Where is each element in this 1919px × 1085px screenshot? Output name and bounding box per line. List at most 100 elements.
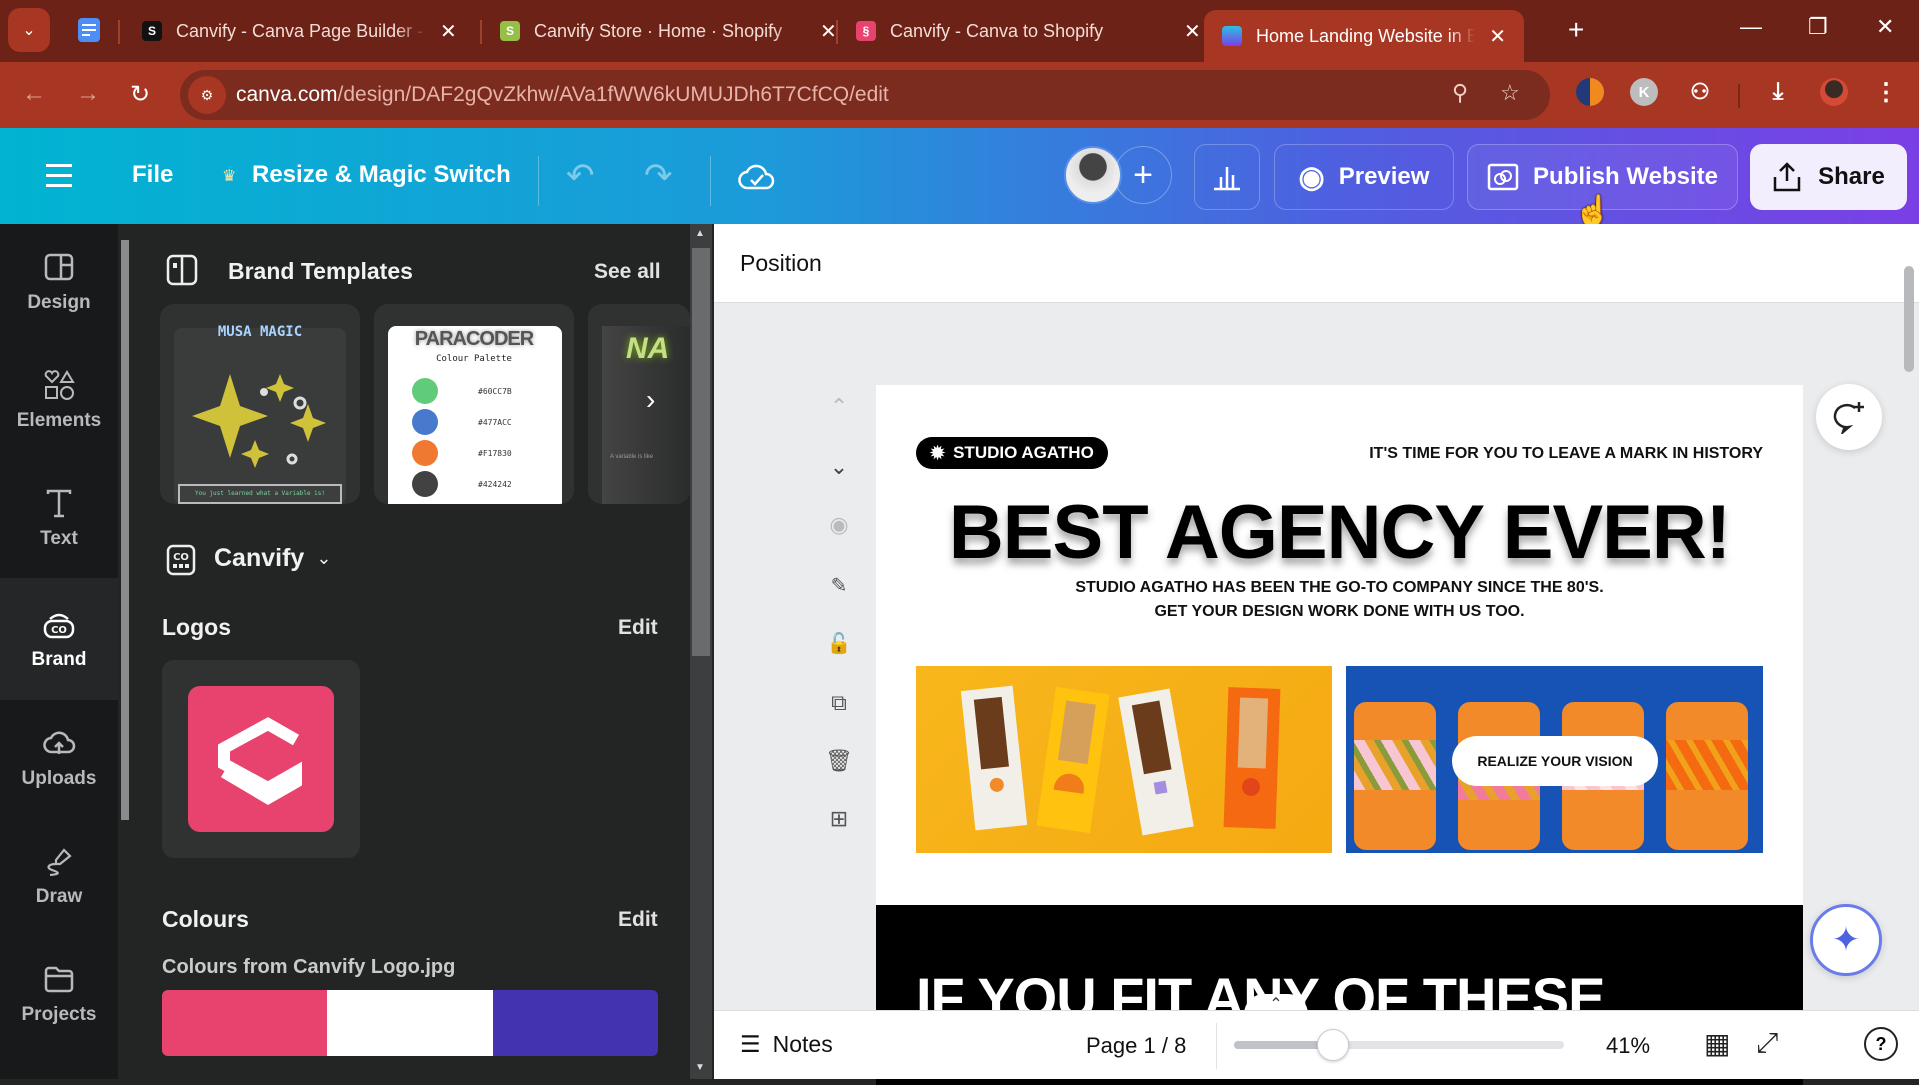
address-bar[interactable]: ⚙ canva.com/design/DAF2gQvZkhw/AVa1fWW6k… xyxy=(180,70,1550,120)
delete-page-icon[interactable]: 🗑 xyxy=(824,746,854,776)
zoom-slider-handle[interactable] xyxy=(1317,1029,1349,1061)
undo-button[interactable]: ↶ xyxy=(566,156,595,196)
zoom-icon[interactable]: ⚲ xyxy=(1452,80,1468,106)
panel-scrollbar[interactable]: ▲ ▼ xyxy=(690,224,712,1079)
tab-home-landing-website[interactable]: Home Landing Website in Black ✕ xyxy=(1204,10,1524,62)
new-tab-button[interactable]: + xyxy=(1568,14,1584,46)
palette-dot xyxy=(412,378,438,404)
rail-item-brand[interactable]: CO Brand xyxy=(0,578,118,700)
insights-button[interactable] xyxy=(1194,144,1260,210)
extensions-puzzle-icon[interactable]: ⚇ xyxy=(1686,78,1714,106)
palette-name: Colours from Canvify Logo.jpg xyxy=(162,956,456,978)
extension-k-icon[interactable]: K xyxy=(1630,78,1658,106)
headline-text[interactable]: BEST AGENCY EVER! xyxy=(876,489,1803,576)
zoom-percentage[interactable]: 41% xyxy=(1606,1033,1650,1059)
scroll-up-arrow[interactable]: ▲ xyxy=(695,228,705,239)
packaging-photo-yellow[interactable] xyxy=(916,666,1332,853)
minimize-button[interactable]: — xyxy=(1740,14,1762,40)
packaging-photo-blue[interactable]: REALIZE YOUR VISION xyxy=(1346,666,1763,853)
move-page-up-button[interactable]: ⌃ xyxy=(824,392,854,422)
editor-footer: ☰ Notes Page 1 / 8 41% ▦ ⤢ ? xyxy=(714,1010,1919,1079)
url-text[interactable]: canva.com/design/DAF2gQvZkhw/AVa1fWW6kUM… xyxy=(236,83,889,107)
website-icon xyxy=(1487,163,1519,191)
hide-page-icon[interactable]: ◉ xyxy=(824,510,854,540)
tab-canvify-store[interactable]: S Canvify Store · Home · Shopify ✕ xyxy=(500,10,837,52)
reload-button[interactable]: ↻ xyxy=(130,80,150,109)
resize-magic-switch-button[interactable]: Resize & Magic Switch xyxy=(252,161,511,189)
canvas-scrollbar-thumb[interactable] xyxy=(1904,266,1914,372)
duplicate-page-icon[interactable]: ⧉ xyxy=(824,688,854,718)
brand-template-card[interactable]: NA A variable is like xyxy=(588,304,690,504)
magic-assistant-button[interactable]: ✦ xyxy=(1810,904,1882,976)
rail-item-design[interactable]: Design xyxy=(0,224,118,339)
back-button[interactable]: ← xyxy=(22,80,46,108)
downloads-icon[interactable]: ⤓ xyxy=(1764,78,1792,106)
site-info-icon[interactable]: ⚙ xyxy=(188,76,226,114)
see-all-link[interactable]: See all xyxy=(594,260,661,284)
scrollbar-thumb[interactable] xyxy=(692,248,710,656)
invite-collaborator-button[interactable]: + xyxy=(1114,146,1172,204)
close-tab-icon[interactable]: ✕ xyxy=(440,19,457,44)
close-window-button[interactable]: ✕ xyxy=(1876,14,1894,40)
colour-swatch[interactable] xyxy=(327,990,493,1056)
svg-text:CO: CO xyxy=(173,552,189,563)
sparkle-icon: ✦ xyxy=(1831,921,1861,959)
colours-edit-link[interactable]: Edit xyxy=(618,908,658,932)
carousel-next-button[interactable]: › xyxy=(646,384,655,416)
forward-button[interactable]: → xyxy=(76,80,100,108)
chrome-menu-icon[interactable]: ⋮ xyxy=(1872,78,1900,106)
tab-canvify-canva-to-shopify[interactable]: § Canvify - Canva to Shopify ✕ xyxy=(856,10,1201,52)
help-button[interactable]: ? xyxy=(1864,1027,1898,1061)
scrollbar-thumb[interactable] xyxy=(121,240,129,820)
studio-badge[interactable]: ✹ STUDIO AGATHO xyxy=(916,437,1108,469)
subheading-line-2[interactable]: GET YOUR DESIGN WORK DONE WITH US TOO. xyxy=(876,603,1803,621)
extension-icon[interactable] xyxy=(1576,78,1604,106)
docs-pinned-tab-icon[interactable] xyxy=(78,18,100,42)
panel-left-scrollbar[interactable] xyxy=(118,224,132,1079)
context-toolbar: Position xyxy=(714,224,1919,303)
design-page[interactable]: ✹ STUDIO AGATHO IT'S TIME FOR YOU TO LEA… xyxy=(876,385,1803,1085)
page-indicator[interactable]: Page 1 / 8 xyxy=(1086,1033,1186,1059)
rail-item-elements[interactable]: Elements xyxy=(0,342,118,457)
rail-item-draw[interactable]: Draw xyxy=(0,818,118,933)
tagline-text[interactable]: IT'S TIME FOR YOU TO LEAVE A MARK IN HIS… xyxy=(1369,445,1763,463)
brand-template-card[interactable]: MUSA MAGIC You just learned what a Varia… xyxy=(160,304,360,504)
preview-button[interactable]: ◉ Preview xyxy=(1274,144,1454,210)
colour-swatch[interactable] xyxy=(492,990,658,1056)
close-tab-icon[interactable]: ✕ xyxy=(1489,24,1506,49)
tab-search-button[interactable]: ⌄ xyxy=(8,8,50,52)
close-tab-icon[interactable]: ✕ xyxy=(820,19,837,44)
position-button[interactable]: Position xyxy=(740,250,822,277)
close-tab-icon[interactable]: ✕ xyxy=(1184,19,1201,44)
subheading-line-1[interactable]: STUDIO AGATHO HAS BEEN THE GO-TO COMPANY… xyxy=(876,579,1803,597)
main-menu-button[interactable] xyxy=(46,164,72,187)
share-button[interactable]: Share xyxy=(1750,144,1907,210)
brand-template-card[interactable]: PARACODER Colour Palette #60CC7B #477ACC #… xyxy=(374,304,574,504)
scroll-down-arrow[interactable]: ▼ xyxy=(695,1062,705,1073)
unlock-icon[interactable]: 🔓 xyxy=(824,628,854,658)
realize-vision-button[interactable]: REALIZE YOUR VISION xyxy=(1452,736,1658,786)
move-page-down-button[interactable]: ⌄ xyxy=(824,452,854,482)
rail-item-uploads[interactable]: Uploads xyxy=(0,700,118,815)
page-notes-icon[interactable]: ✎ xyxy=(824,570,854,600)
tab-canvify-page-builder[interactable]: S Canvify - Canva Page Builder - C ✕ xyxy=(142,10,457,52)
rail-item-projects[interactable]: Projects xyxy=(0,936,118,1051)
zoom-slider[interactable] xyxy=(1234,1029,1564,1061)
colour-swatch[interactable] xyxy=(162,990,328,1056)
fullscreen-icon[interactable]: ⤢ xyxy=(1756,1027,1778,1060)
file-menu[interactable]: File xyxy=(132,161,173,189)
grid-view-icon[interactable]: ▦ xyxy=(1704,1027,1730,1060)
logos-edit-link[interactable]: Edit xyxy=(618,616,658,640)
restore-button[interactable]: ❐ xyxy=(1808,14,1828,40)
notes-button[interactable]: ☰ Notes xyxy=(740,1031,833,1058)
rail-item-text[interactable]: Text xyxy=(0,460,118,575)
bookmark-star-icon[interactable]: ☆ xyxy=(1500,80,1520,106)
cloud-saved-icon[interactable] xyxy=(738,158,776,194)
redo-button[interactable]: ↷ xyxy=(644,156,673,196)
profile-avatar[interactable] xyxy=(1820,78,1848,106)
brand-kit-selector[interactable]: Canvify ⌄ xyxy=(214,544,331,573)
eye-icon: ◉ xyxy=(1298,160,1325,194)
add-comment-button[interactable] xyxy=(1816,384,1882,450)
logo-tile[interactable] xyxy=(162,660,360,858)
add-page-icon[interactable]: ⊞ xyxy=(824,804,854,834)
